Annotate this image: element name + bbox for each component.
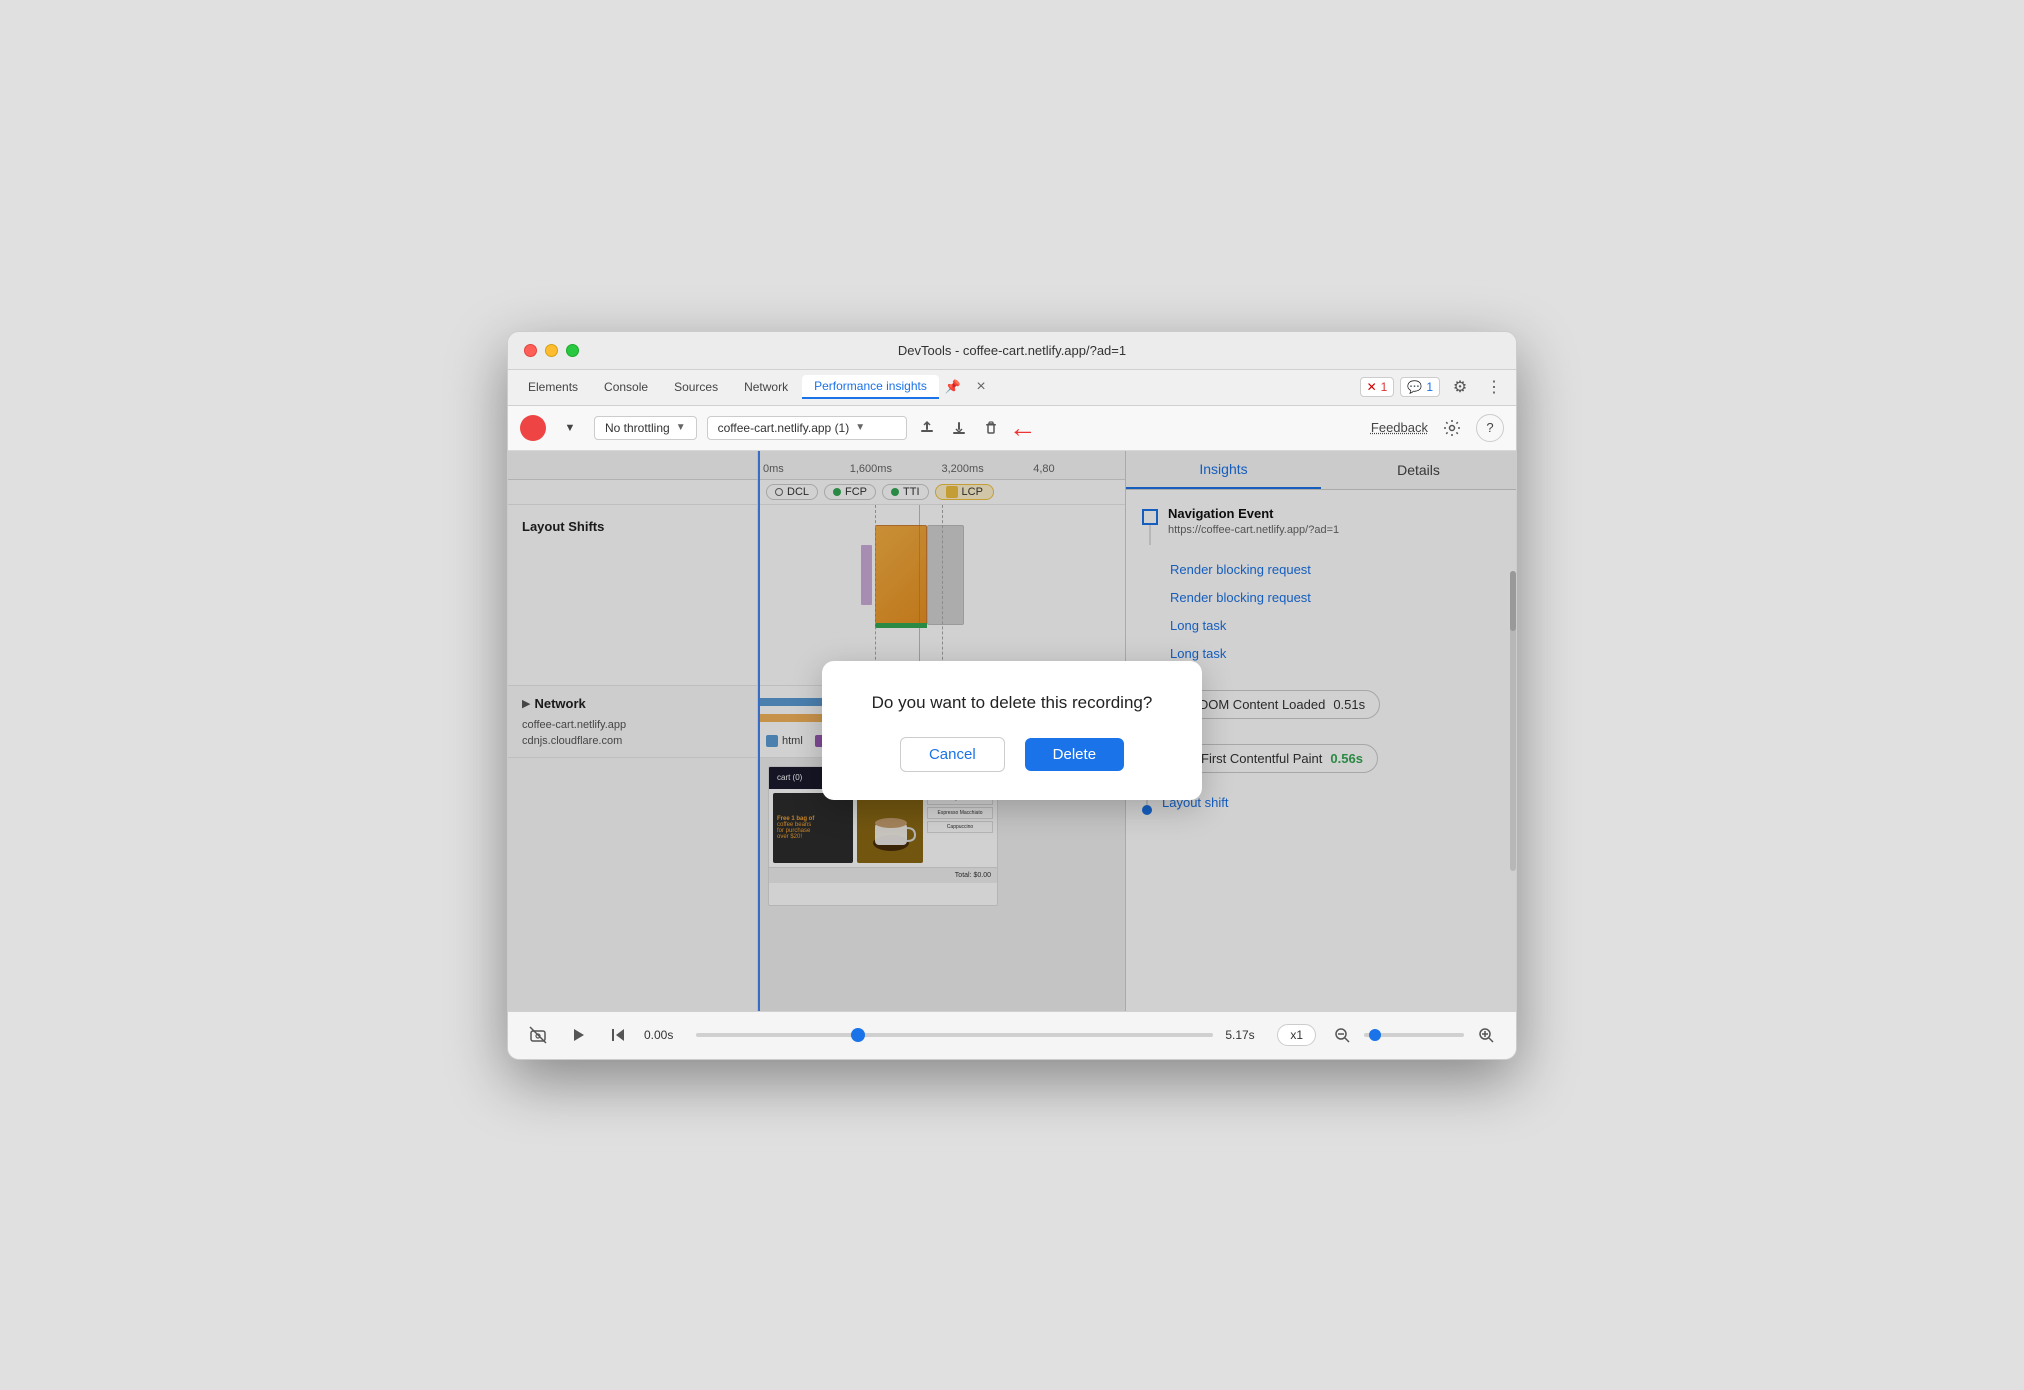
tab-network[interactable]: Network: [732, 376, 800, 398]
settings-icon[interactable]: ⚙: [1446, 373, 1474, 401]
camera-slash-icon: [529, 1026, 547, 1044]
time-end: 5.17s: [1225, 1028, 1265, 1042]
zoom-in-icon: [1478, 1027, 1494, 1043]
download-icon: [951, 420, 967, 436]
modal-message: Do you want to delete this recording?: [872, 693, 1153, 713]
error-icon: ✕: [1367, 380, 1377, 394]
close-button[interactable]: [524, 344, 537, 357]
error-count: 1: [1381, 380, 1388, 394]
tab-sources[interactable]: Sources: [662, 376, 730, 398]
gear-icon: [1443, 419, 1461, 437]
toolbar: ▼ No throttling ▼ coffee-cart.netlify.ap…: [508, 406, 1516, 451]
toolbar-actions: [913, 414, 1005, 442]
feedback-button[interactable]: Feedback: [1371, 420, 1428, 435]
scrubber-thumb[interactable]: [851, 1028, 865, 1042]
maximize-button[interactable]: [566, 344, 579, 357]
throttling-dropdown[interactable]: No throttling ▼: [594, 416, 697, 440]
throttling-arrow-icon: ▼: [676, 422, 686, 433]
record-dropdown[interactable]: ▼: [556, 414, 584, 442]
upload-button[interactable]: [913, 414, 941, 442]
time-start: 0.00s: [644, 1028, 684, 1042]
zoom-out-button[interactable]: [1328, 1021, 1356, 1049]
timeline-scrubber[interactable]: [696, 1033, 1213, 1037]
zoom-out-icon: [1334, 1027, 1350, 1043]
delete-button[interactable]: Delete: [1025, 738, 1124, 771]
traffic-lights: [524, 344, 579, 357]
throttling-label: No throttling: [605, 421, 670, 435]
url-label: coffee-cart.netlify.app (1): [718, 421, 850, 435]
delete-recording-dialog: Do you want to delete this recording? Ca…: [822, 661, 1202, 800]
message-count: 1: [1426, 380, 1433, 394]
no-recording-icon[interactable]: [524, 1021, 552, 1049]
trash-icon: [983, 420, 999, 436]
modal-buttons: Cancel Delete: [900, 737, 1124, 772]
close-tab-button[interactable]: ×: [967, 373, 995, 401]
play-icon: [570, 1027, 586, 1043]
cancel-button[interactable]: Cancel: [900, 737, 1005, 772]
speed-selector[interactable]: x1: [1277, 1024, 1316, 1046]
pin-icon[interactable]: 📌: [941, 379, 965, 395]
tab-extras: ✕ 1 💬 1 ⚙ ⋮: [1360, 373, 1508, 401]
titlebar: DevTools - coffee-cart.netlify.app/?ad=1: [508, 332, 1516, 370]
tab-performance-insights[interactable]: Performance insights: [802, 375, 939, 399]
zoom-container: [1328, 1021, 1500, 1049]
zoom-in-button[interactable]: [1472, 1021, 1500, 1049]
scrubber-container: [696, 1033, 1213, 1037]
zoom-slider[interactable]: [1364, 1033, 1464, 1037]
record-button[interactable]: [520, 415, 546, 441]
skip-start-icon: [610, 1027, 626, 1043]
devtools-window: DevTools - coffee-cart.netlify.app/?ad=1…: [507, 331, 1517, 1060]
error-badge[interactable]: ✕ 1: [1360, 377, 1395, 397]
url-dropdown[interactable]: coffee-cart.netlify.app (1) ▼: [707, 416, 907, 440]
window-title: DevTools - coffee-cart.netlify.app/?ad=1: [898, 343, 1126, 358]
play-button[interactable]: [564, 1021, 592, 1049]
bottom-bar: 0.00s 5.17s x1: [508, 1011, 1516, 1059]
modal-overlay: Do you want to delete this recording? Ca…: [508, 451, 1516, 1011]
url-arrow-icon: ▼: [855, 422, 865, 433]
tab-console[interactable]: Console: [592, 376, 660, 398]
tab-elements[interactable]: Elements: [516, 376, 590, 398]
help-icon[interactable]: ?: [1476, 414, 1504, 442]
skip-to-start-button[interactable]: [604, 1021, 632, 1049]
message-icon: 💬: [1407, 380, 1422, 394]
upload-icon: [919, 420, 935, 436]
settings-gear-icon[interactable]: [1438, 414, 1466, 442]
main-area: 0ms 1,600ms 3,200ms 4,80 DCL: [508, 451, 1516, 1011]
minimize-button[interactable]: [545, 344, 558, 357]
red-arrow-indicator: ←: [1009, 412, 1037, 444]
devtools-tabs: Elements Console Sources Network Perform…: [508, 370, 1516, 406]
delete-recording-button[interactable]: [977, 414, 1005, 442]
more-options-icon[interactable]: ⋮: [1480, 373, 1508, 401]
message-badge[interactable]: 💬 1: [1400, 377, 1440, 397]
zoom-thumb[interactable]: [1369, 1029, 1381, 1041]
download-button[interactable]: [945, 414, 973, 442]
